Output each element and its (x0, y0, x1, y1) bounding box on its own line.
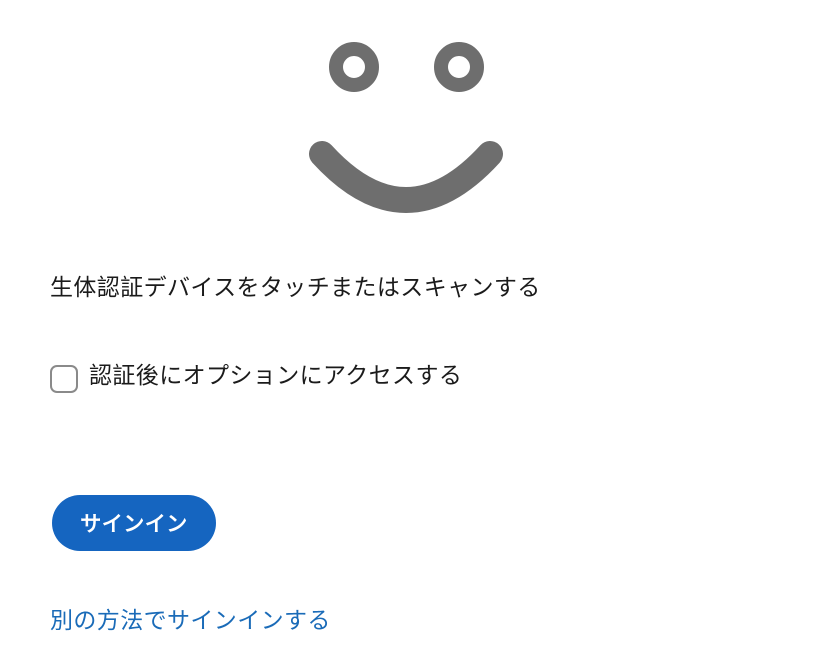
post-auth-options-checkbox[interactable] (50, 365, 78, 393)
post-auth-options-option[interactable]: 認証後にオプションにアクセスする (50, 358, 462, 394)
biometric-instruction: 生体認証デバイスをタッチまたはスキャンする (50, 275, 541, 301)
alternative-signin-link[interactable]: 別の方法でサインインする (50, 604, 331, 638)
signin-button[interactable]: サインイン (52, 495, 216, 551)
post-auth-options-label[interactable]: 認証後にオプションにアクセスする (89, 359, 462, 393)
smiley-face-icon (300, 36, 512, 220)
